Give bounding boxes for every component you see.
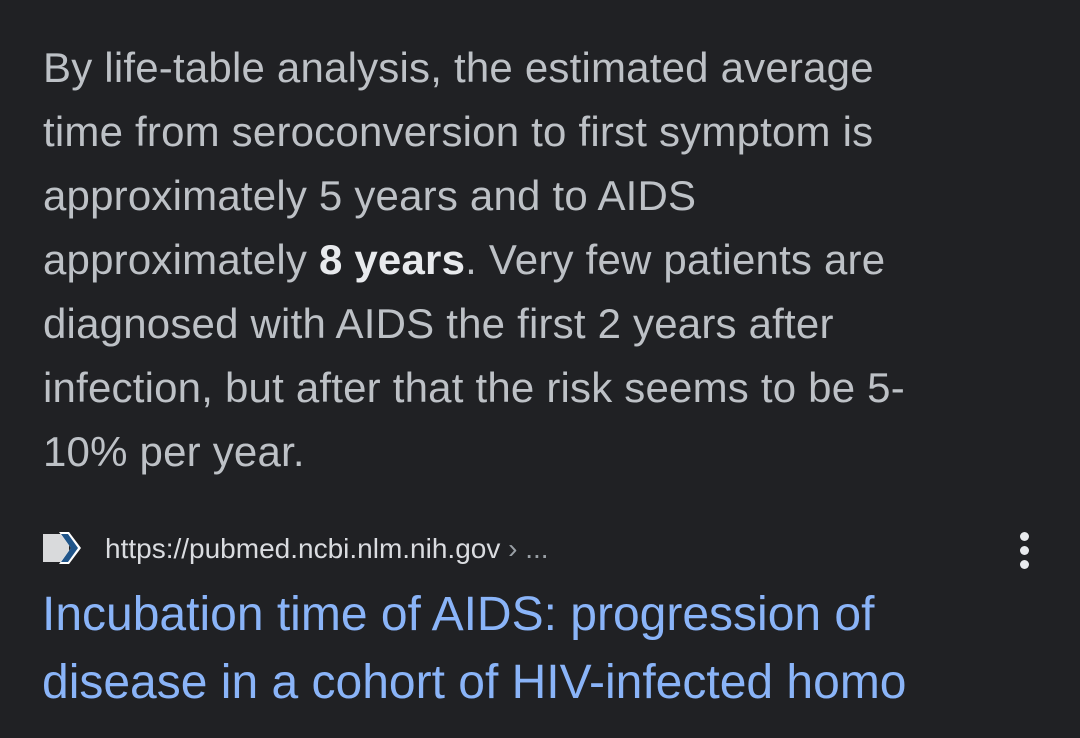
snippet-line: diagnosed with AIDS the first 2 years af… — [43, 300, 834, 347]
snippet-line: approximately 5 years and to AIDS — [43, 172, 697, 219]
result-title-link[interactable]: Incubation time of AIDS: progression of … — [42, 581, 1062, 717]
more-vert-icon — [1019, 531, 1029, 541]
result-source[interactable]: https://pubmed.ncbi.nlm.nih.gov › ... — [42, 522, 1042, 574]
featured-snippet-text: By life-table analysis, the estimated av… — [43, 36, 1033, 484]
breadcrumb-separator: › — [508, 533, 518, 564]
pubmed-chevron-icon — [42, 528, 82, 568]
snippet-line: time from seroconversion to first sympto… — [43, 108, 874, 155]
snippet-line: approximately 8 years. Very few patients… — [43, 228, 1033, 292]
snippet-line: infection, but after that the risk seems… — [43, 364, 905, 411]
snippet-highlight: 8 years — [318, 236, 466, 283]
result-title-line: Incubation time of AIDS: progression of — [42, 588, 875, 641]
snippet-line: By life-table analysis, the estimated av… — [43, 44, 874, 91]
breadcrumb-ellipsis: ... — [525, 533, 549, 564]
result-title-line: disease in a cohort of HIV-infected homo — [42, 656, 907, 709]
more-options-button[interactable] — [1002, 522, 1046, 578]
source-url-domain: https://pubmed.ncbi.nlm.nih.gov — [105, 533, 501, 564]
snippet-line: 10% per year. — [43, 428, 305, 475]
snippet-text: approximately — [43, 236, 319, 283]
snippet-text: . Very few patients are — [465, 236, 886, 283]
source-url[interactable]: https://pubmed.ncbi.nlm.nih.gov › ... — [105, 531, 549, 567]
